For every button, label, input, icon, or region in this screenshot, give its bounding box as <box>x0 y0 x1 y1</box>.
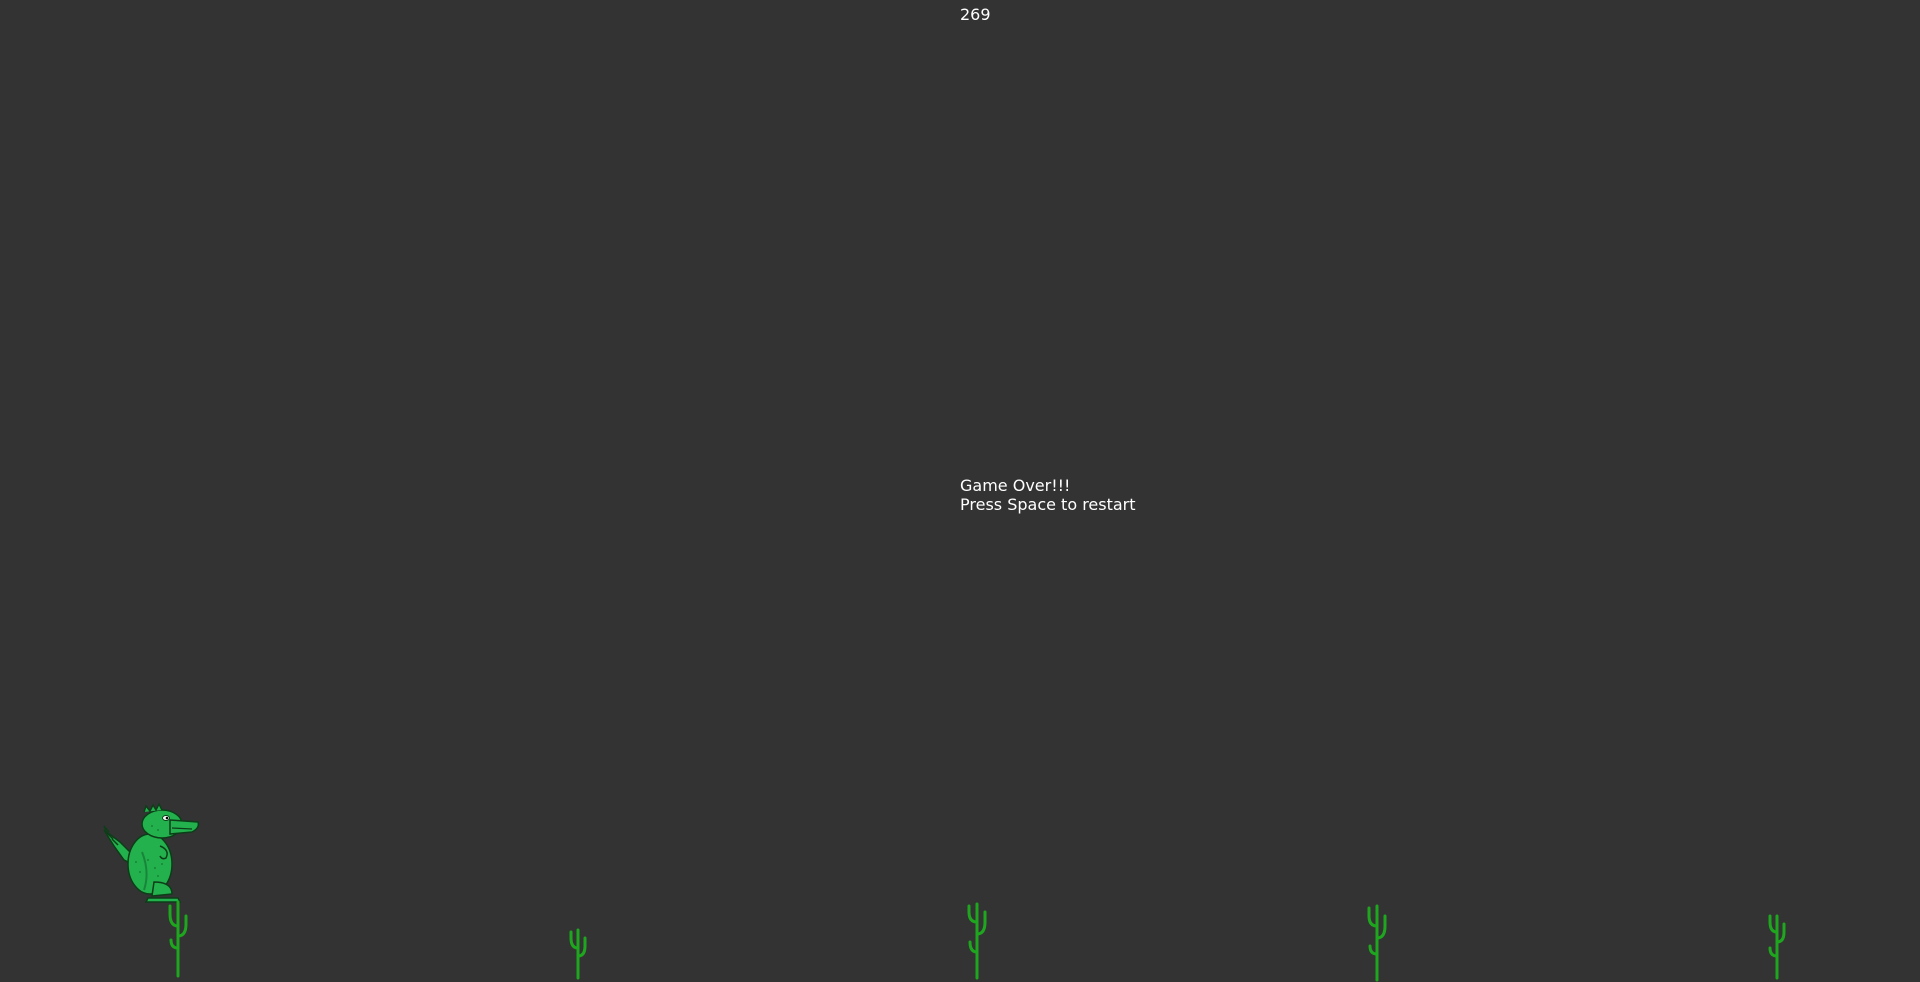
cactus-icon <box>569 928 587 980</box>
score-counter: 269 <box>960 5 991 24</box>
cactus-icon <box>1367 904 1387 982</box>
restart-hint: Press Space to restart <box>960 495 1136 514</box>
dinosaur-icon <box>103 802 200 903</box>
game-canvas[interactable]: 269 Game Over!!! Press Space to restart <box>0 0 1920 982</box>
cactus-icon <box>168 900 188 978</box>
cactus-icon <box>1768 914 1786 980</box>
cactus-icon <box>967 902 987 980</box>
game-over-message: Game Over!!! Press Space to restart <box>960 476 1136 514</box>
game-over-title: Game Over!!! <box>960 476 1071 495</box>
